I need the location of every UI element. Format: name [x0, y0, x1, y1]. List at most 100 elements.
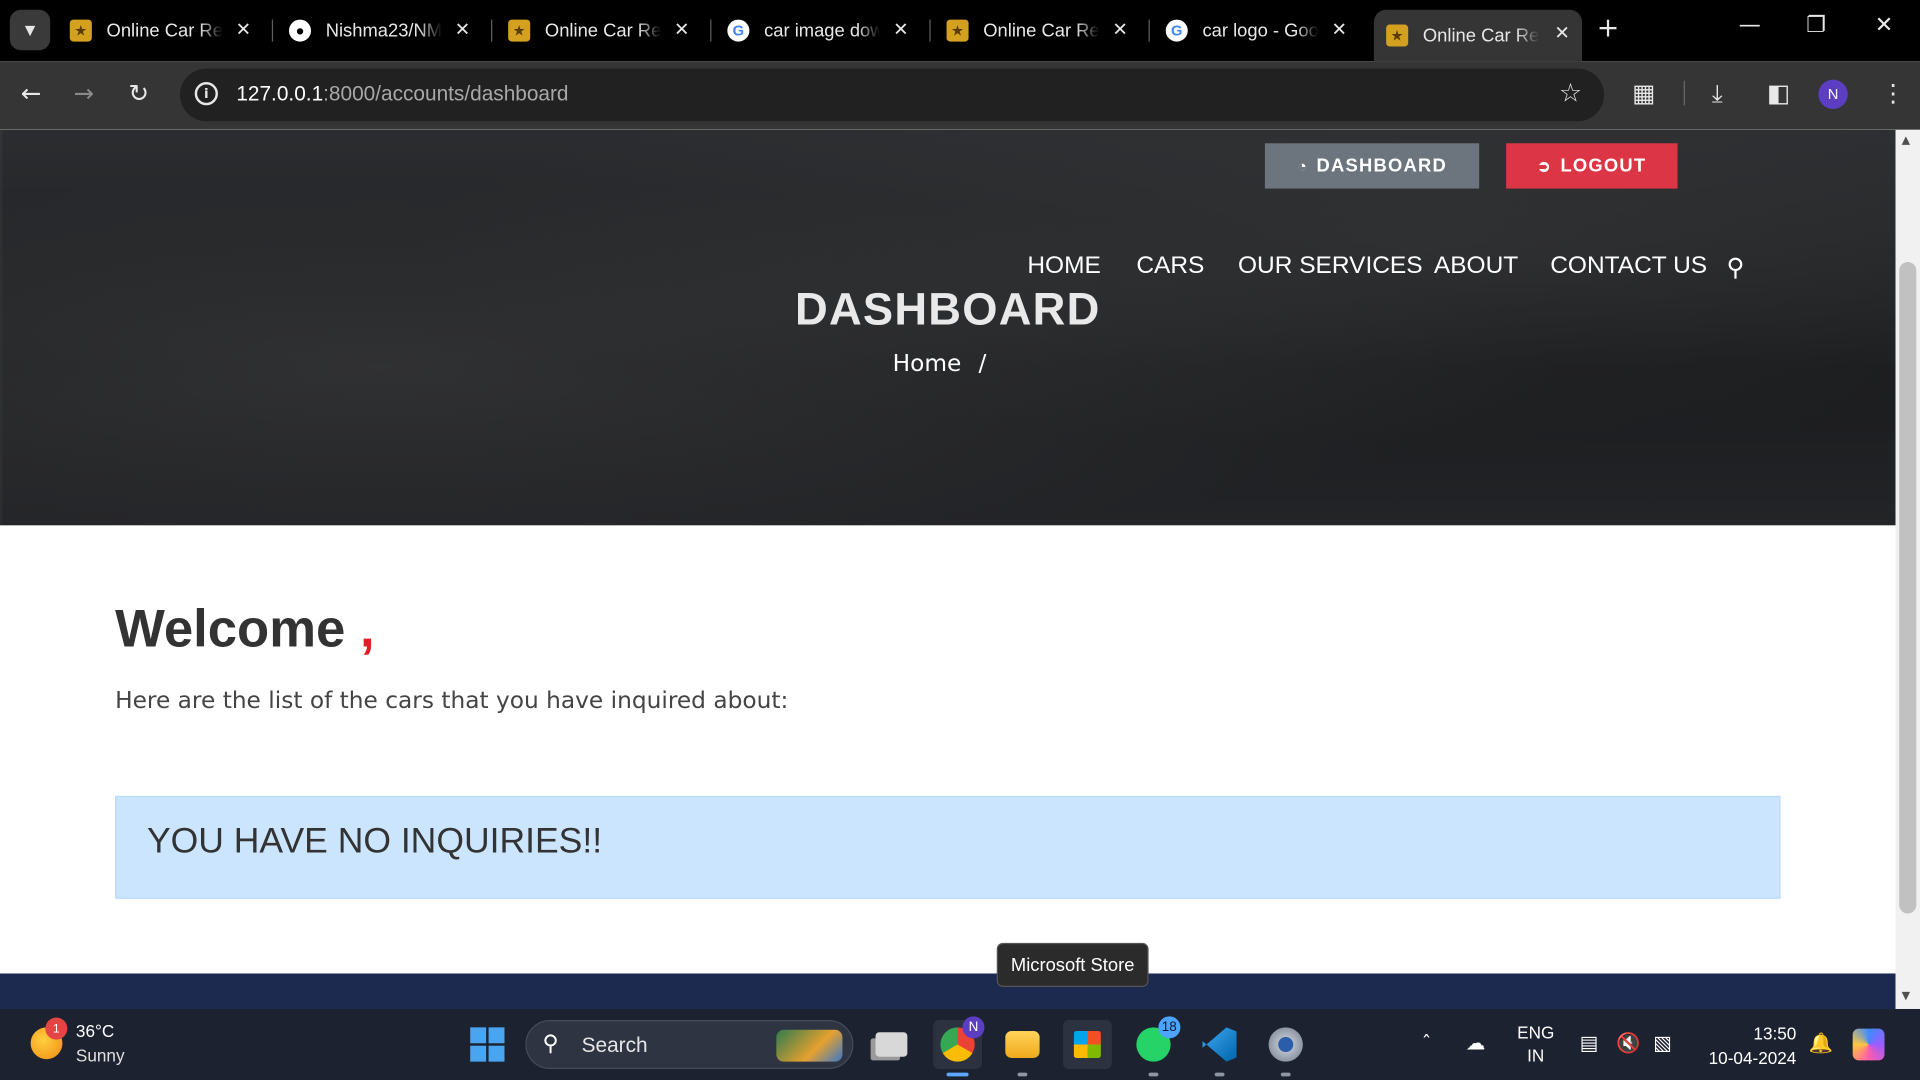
browser-tab[interactable]: ★ Online Car Rental ✕ [508, 10, 701, 52]
vscode-icon[interactable] [1195, 1020, 1244, 1077]
new-tab-icon[interactable]: + [1597, 13, 1620, 44]
search-highlight-image [776, 1029, 843, 1062]
notification-bell-icon[interactable]: 🔔 [1809, 1031, 1833, 1054]
chrome-profile-badge: N [962, 1016, 985, 1039]
close-tab-icon[interactable]: ✕ [236, 18, 251, 41]
menu-kebab-icon[interactable]: ⋮ [1881, 78, 1905, 107]
settings-gear-icon[interactable] [1261, 1020, 1310, 1077]
taskbar-tooltip: Microsoft Store [996, 942, 1149, 987]
browser-tab[interactable]: ★ Online Car Rental ✕ [69, 10, 263, 52]
close-tab-icon[interactable]: ✕ [1554, 22, 1569, 44]
dashboard-button[interactable]: ◔ DASHBOARD [1264, 143, 1480, 189]
page-viewport: ◔ DASHBOARD ➲ LOGOUT HOME CARS OUR SERVI… [0, 129, 1896, 1009]
tab-title: Nishma23/NM [325, 20, 443, 42]
breadcrumb-home[interactable]: Home [893, 350, 962, 377]
file-explorer-icon[interactable] [998, 1020, 1047, 1077]
windows-start-icon[interactable] [470, 1027, 505, 1062]
search-icon: ⚲ [542, 1031, 559, 1057]
region-code: IN [1527, 1045, 1545, 1066]
copilot-icon[interactable] [1849, 1025, 1888, 1064]
system-clock[interactable]: 13:50 10-04-2024 [1698, 1021, 1797, 1070]
page-scrollbar[interactable]: ▲ ▼ [1895, 129, 1920, 1009]
restore-icon[interactable]: ❐ [1806, 12, 1826, 38]
inquiries-intro: Here are the list of the cars that you h… [115, 686, 789, 714]
taskbar-search-label: Search [581, 1033, 648, 1057]
back-icon[interactable]: ← [21, 78, 42, 107]
forward-icon[interactable]: → [73, 78, 94, 107]
google-icon: G [727, 19, 750, 42]
tab-title: Online Car Rental [106, 20, 223, 42]
side-panel-icon[interactable]: ◧ [1767, 78, 1790, 107]
microsoft-store-icon[interactable] [1062, 1020, 1112, 1069]
profile-avatar[interactable]: N [1818, 79, 1848, 109]
minimize-icon[interactable]: — [1739, 12, 1761, 38]
windows-taskbar: 1 36°C Sunny ⚲ Search N 18 ˆ ☁ ENG IN ▤ … [0, 1008, 1920, 1080]
browser-tab-strip: ▼ ★ Online Car Rental ✕ ● Nishma23/NM ✕ … [0, 0, 1920, 62]
browser-tab[interactable]: G car logo - Google ✕ [1165, 10, 1359, 52]
site-info-icon[interactable]: i [194, 82, 218, 106]
close-tab-icon[interactable]: ✕ [455, 18, 470, 41]
tab-search-button[interactable]: ▼ [9, 9, 51, 51]
language-indicator[interactable]: ENG IN [1517, 1021, 1554, 1068]
tab-divider [929, 19, 931, 42]
sign-out-icon: ➲ [1537, 156, 1552, 175]
tiger-logo-icon: ★ [69, 19, 92, 42]
browser-tab-active[interactable]: ★ Online Car Rental ✕ [1373, 9, 1583, 62]
browser-tab[interactable]: ★ Online Car Rental ✕ [946, 10, 1140, 52]
url-text[interactable]: 127.0.0.1:8000/accounts/dashboard [236, 82, 568, 106]
welcome-heading: Welcome , [115, 600, 374, 660]
extensions-icon[interactable]: ▦ [1632, 78, 1655, 107]
nav-home[interactable]: HOME [1027, 252, 1100, 280]
whatsapp-badge: 18 [1158, 1016, 1181, 1039]
tab-title: Online Car Rental [1422, 25, 1540, 46]
logout-button[interactable]: ➲ LOGOUT [1506, 143, 1678, 189]
tab-title: car logo - Google [1202, 20, 1319, 42]
tab-divider [1148, 19, 1150, 42]
battery-icon[interactable]: ▧ [1653, 1031, 1672, 1054]
search-icon[interactable]: ⚲ [1727, 252, 1745, 281]
nav-cars[interactable]: CARS [1136, 252, 1204, 280]
task-view-icon[interactable] [867, 1020, 916, 1069]
footer [0, 973, 1896, 1009]
breadcrumb: Home / [893, 350, 987, 377]
browser-toolbar: ← → ↻ i 127.0.0.1:8000/accounts/dashboar… [0, 61, 1920, 130]
weather-temperature[interactable]: 36°C [76, 1021, 114, 1041]
tiger-logo-icon: ★ [508, 19, 531, 42]
breadcrumb-separator: / [978, 350, 987, 378]
language-code: ENG [1517, 1022, 1555, 1043]
browser-tab[interactable]: ● Nishma23/NM ✕ [288, 10, 482, 52]
reload-icon[interactable]: ↻ [129, 78, 150, 107]
nav-our-services[interactable]: OUR SERVICES [1238, 252, 1423, 280]
chrome-taskbar-icon[interactable]: N [933, 1016, 985, 1077]
nav-about[interactable]: ABOUT [1434, 252, 1518, 280]
download-icon[interactable]: ⤓ [1712, 78, 1723, 107]
bookmark-star-icon[interactable]: ☆ [1559, 78, 1582, 107]
hero-banner: ◔ DASHBOARD ➲ LOGOUT HOME CARS OUR SERVI… [0, 129, 1896, 526]
speedometer-icon: ◔ [1297, 156, 1308, 176]
close-tab-icon[interactable]: ✕ [893, 18, 908, 41]
scrollbar-thumb[interactable] [1899, 262, 1917, 914]
clock-time: 13:50 [1753, 1023, 1797, 1044]
address-bar[interactable]: i 127.0.0.1:8000/accounts/dashboard ☆ [180, 68, 1605, 122]
close-tab-icon[interactable]: ✕ [1332, 18, 1347, 41]
close-tab-icon[interactable]: ✕ [674, 18, 689, 41]
alert-text: YOU HAVE NO INQUIRIES!! [146, 821, 603, 861]
page-title: DASHBOARD [795, 284, 1101, 335]
window-close-icon[interactable]: ✕ [1875, 12, 1893, 38]
onedrive-cloud-icon[interactable]: ☁ [1466, 1031, 1486, 1054]
tab-title: Online Car Rental [544, 20, 662, 42]
browser-tab[interactable]: G car image download ✕ [727, 10, 920, 52]
scroll-up-arrow-icon[interactable]: ▲ [1902, 135, 1910, 147]
scroll-down-arrow-icon[interactable]: ▼ [1902, 991, 1910, 1003]
taskbar-search[interactable]: ⚲ Search [525, 1020, 854, 1069]
weather-condition[interactable]: Sunny [76, 1046, 125, 1066]
show-hidden-icons-chevron-icon[interactable]: ˆ [1422, 1031, 1432, 1054]
volume-muted-icon[interactable]: 🔇 [1616, 1031, 1640, 1054]
close-tab-icon[interactable]: ✕ [1112, 18, 1127, 41]
tab-divider [710, 19, 712, 42]
whatsapp-icon[interactable]: 18 [1129, 1016, 1181, 1077]
network-icon[interactable]: ▤ [1580, 1031, 1599, 1054]
welcome-comma: , [359, 600, 375, 659]
nav-contact-us[interactable]: CONTACT US [1550, 252, 1707, 280]
github-icon: ● [288, 19, 312, 42]
